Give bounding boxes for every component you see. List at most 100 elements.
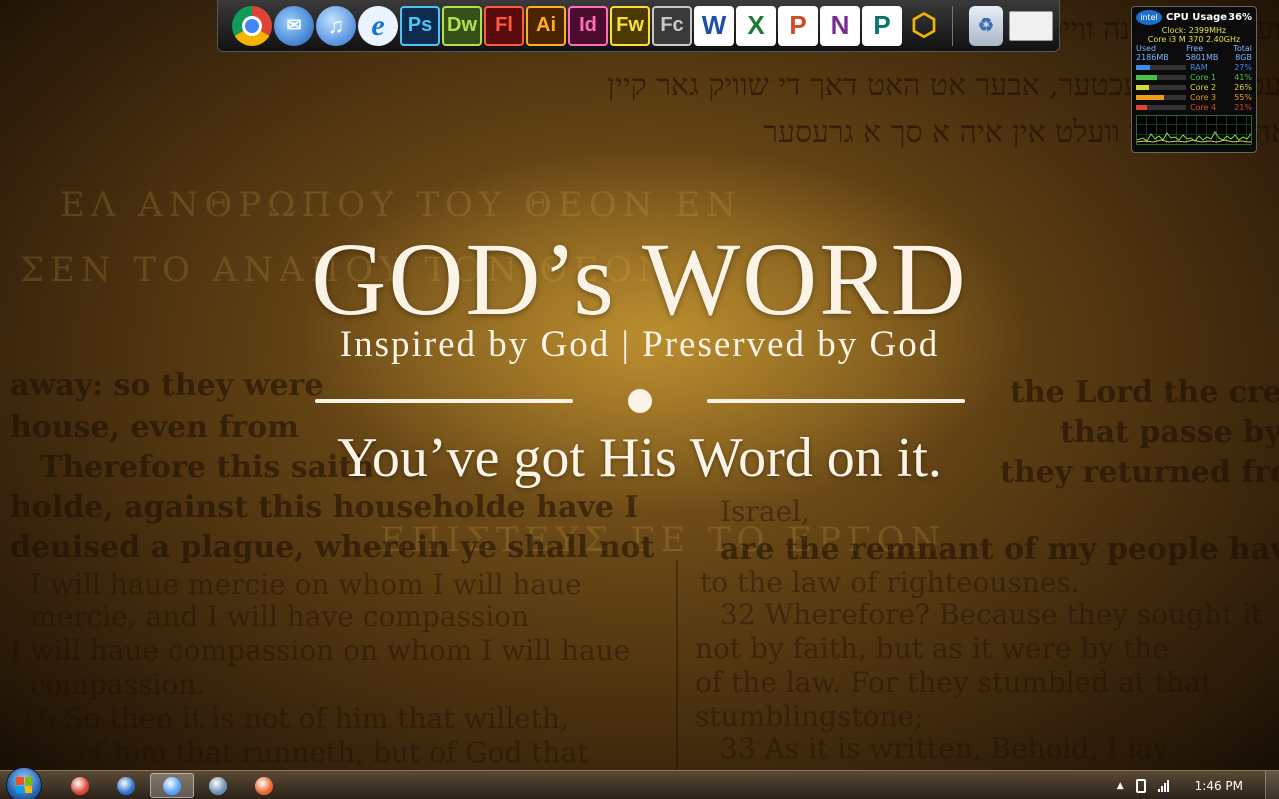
thunderbird-icon[interactable]: ✉ [274, 5, 314, 46]
cpu-gadget-title: CPU Usage [1166, 12, 1228, 23]
wallpaper-text-line: deuised a plague, wherein ye shall not [10, 530, 655, 565]
wallpaper-text-line: stumblingstone; [695, 700, 924, 733]
wallpaper-text-line: holde, against this householde have I [10, 490, 639, 525]
cpu-meter-value: 26% [1234, 82, 1252, 92]
thunderbird-icon [117, 776, 135, 795]
cpu-meter-value: 41% [1234, 72, 1252, 82]
taskbar-chrome-button[interactable] [58, 773, 102, 798]
show-hidden-icons-button[interactable]: ▲ [1117, 781, 1124, 791]
wallpaper-text-line: Israel, [720, 495, 810, 528]
cpu-meter-label: Core 2 [1190, 82, 1217, 92]
internet-explorer-icon[interactable]: e [358, 5, 398, 46]
wallpaper-greek-line: ΕΛ ΑΝΘΡΩΠΟΥ ΤΟΥ ΘΕΟΝ ΕΝ [60, 185, 742, 225]
mem-header-total: Total [1233, 44, 1252, 53]
mem-used: 2186MB [1136, 53, 1169, 62]
cpu-usage-gadget[interactable]: intel CPU Usage 36% Clock: 2399MHz Core … [1131, 6, 1257, 153]
itunes-icon [163, 776, 181, 795]
onenote-icon[interactable]: N [820, 5, 860, 46]
cpu-meter-row: Core 1 41% [1132, 72, 1256, 82]
cpu-meter-label: Core 1 [1190, 72, 1217, 82]
cpu-meter-row: RAM 27% [1132, 62, 1256, 72]
excel-icon[interactable]: X [736, 5, 776, 46]
virtualbox-icon [209, 776, 227, 795]
wallpaper-text-line: compassion. [30, 668, 206, 701]
cpu-meter-track [1136, 64, 1186, 70]
itunes-icon[interactable]: ♫ [316, 5, 356, 46]
wallpaper-divider [314, 386, 965, 416]
divider-dot [627, 389, 652, 413]
cpu-meter-fill [1136, 94, 1164, 100]
cpu-meter-label: RAM [1190, 62, 1208, 72]
cpu-meter-track [1136, 94, 1186, 100]
taskbar: ▲ 1:46 PM [0, 767, 1279, 799]
wallpaper-text-line: nor of him that runneth, but of God that [20, 736, 589, 769]
taskbar-thunderbird-button[interactable] [104, 773, 148, 798]
indesign-icon[interactable]: Id [568, 5, 608, 46]
wallpaper-text-line: 32 Wherefore? Because they sought it [720, 598, 1263, 631]
divider-left-bar [314, 399, 573, 403]
cpu-meter-fill [1136, 74, 1157, 80]
clock[interactable]: 1:46 PM [1195, 779, 1243, 793]
show-desktop-button[interactable] [1265, 771, 1279, 799]
taskbar-virtualbox-button[interactable] [196, 773, 240, 798]
cpu-history-graph [1136, 115, 1252, 145]
powerpoint-icon[interactable]: P [778, 5, 818, 46]
cpu-meter-row: Core 3 55% [1132, 92, 1256, 102]
wallpaper-text-line: to the law of righteousnes. [700, 566, 1080, 599]
window-thumbnail-icon[interactable] [1009, 10, 1053, 41]
intel-logo-icon: intel [1136, 10, 1162, 25]
cpu-meter-fill [1136, 64, 1150, 70]
cpu-clock: Clock: 2399MHz [1161, 26, 1227, 35]
dreamweaver-icon[interactable]: Dw [442, 5, 482, 46]
illustrator-icon[interactable]: Ai [526, 5, 566, 46]
mem-header-used: Used [1136, 44, 1157, 53]
wallpaper-text-line: are the remnant of my people have [720, 532, 1279, 567]
wallpaper-text-line: I will haue compassion on whom I will ha… [10, 634, 631, 667]
flash-icon[interactable]: Fl [484, 5, 524, 46]
firefox-icon [255, 776, 273, 795]
mem-header-free: Free [1186, 44, 1204, 53]
network-signal-icon[interactable] [1157, 779, 1169, 792]
mem-total: 8GB [1235, 53, 1252, 62]
cpu-meter-row: Core 4 21% [1132, 102, 1256, 112]
cpu-meter-label: Core 4 [1190, 102, 1217, 112]
cpu-model: Core i3 M 370 2.40GHz [1147, 35, 1241, 44]
wallpaper-text-line: 16 So then it is not of him that willeth… [20, 702, 569, 735]
cpu-meter-row: Core 2 26% [1132, 82, 1256, 92]
dock-separator [952, 5, 953, 46]
cpu-usage-value: 36% [1228, 12, 1252, 23]
chrome-icon [71, 776, 89, 795]
cpu-meter-track [1136, 104, 1186, 110]
wallpaper-text-line: mercie, and I will have compassion [30, 600, 530, 633]
taskbar-itunes-button[interactable] [150, 773, 194, 798]
power-icon[interactable] [1135, 778, 1146, 793]
cpu-meter-label: Core 3 [1190, 92, 1217, 102]
cpu-meter-value: 55% [1234, 92, 1252, 102]
cpu-meter-track [1136, 74, 1186, 80]
publisher-icon[interactable]: P [862, 5, 902, 46]
divider-right-bar [706, 399, 965, 403]
start-button[interactable] [6, 767, 42, 799]
cpu-meter-value: 21% [1234, 102, 1252, 112]
cpu-meter-fill [1136, 84, 1149, 90]
wallpaper-text-line: 33 As it is written, Behold, I lay [720, 732, 1169, 765]
word-icon[interactable]: W [694, 5, 734, 46]
cpu-meter-value: 27% [1234, 62, 1252, 72]
recycle-bin-icon[interactable]: ♻ [969, 5, 1003, 46]
taskbar-firefox-button[interactable] [242, 773, 286, 798]
windows-logo-icon [16, 777, 32, 793]
cpu-meter-fill [1136, 104, 1147, 110]
virtualbox-icon[interactable]: ⬡ [904, 6, 944, 46]
photoshop-icon[interactable]: Ps [400, 5, 440, 46]
top-dock: ✉ ♫ e Ps Dw Fl Ai Id Fw Fc W X P N P ⬡ ♻ [217, 0, 1060, 52]
system-tray: ▲ 1:46 PM [1111, 771, 1279, 799]
fireworks-icon[interactable]: Fw [610, 5, 650, 46]
mem-free: 5801MB [1185, 53, 1219, 62]
wallpaper-title: GOD’s WORD [311, 222, 968, 337]
wallpaper-tagline: You’ve got His Word on it. [337, 427, 942, 489]
flash-catalyst-icon[interactable]: Fc [652, 5, 692, 46]
chrome-icon[interactable] [232, 5, 272, 46]
wallpaper-subtitle: Inspired by God | Preserved by God [339, 324, 940, 365]
wallpaper-text-line: I will haue mercie on whom I will haue [30, 568, 582, 601]
page-crease [676, 560, 678, 775]
